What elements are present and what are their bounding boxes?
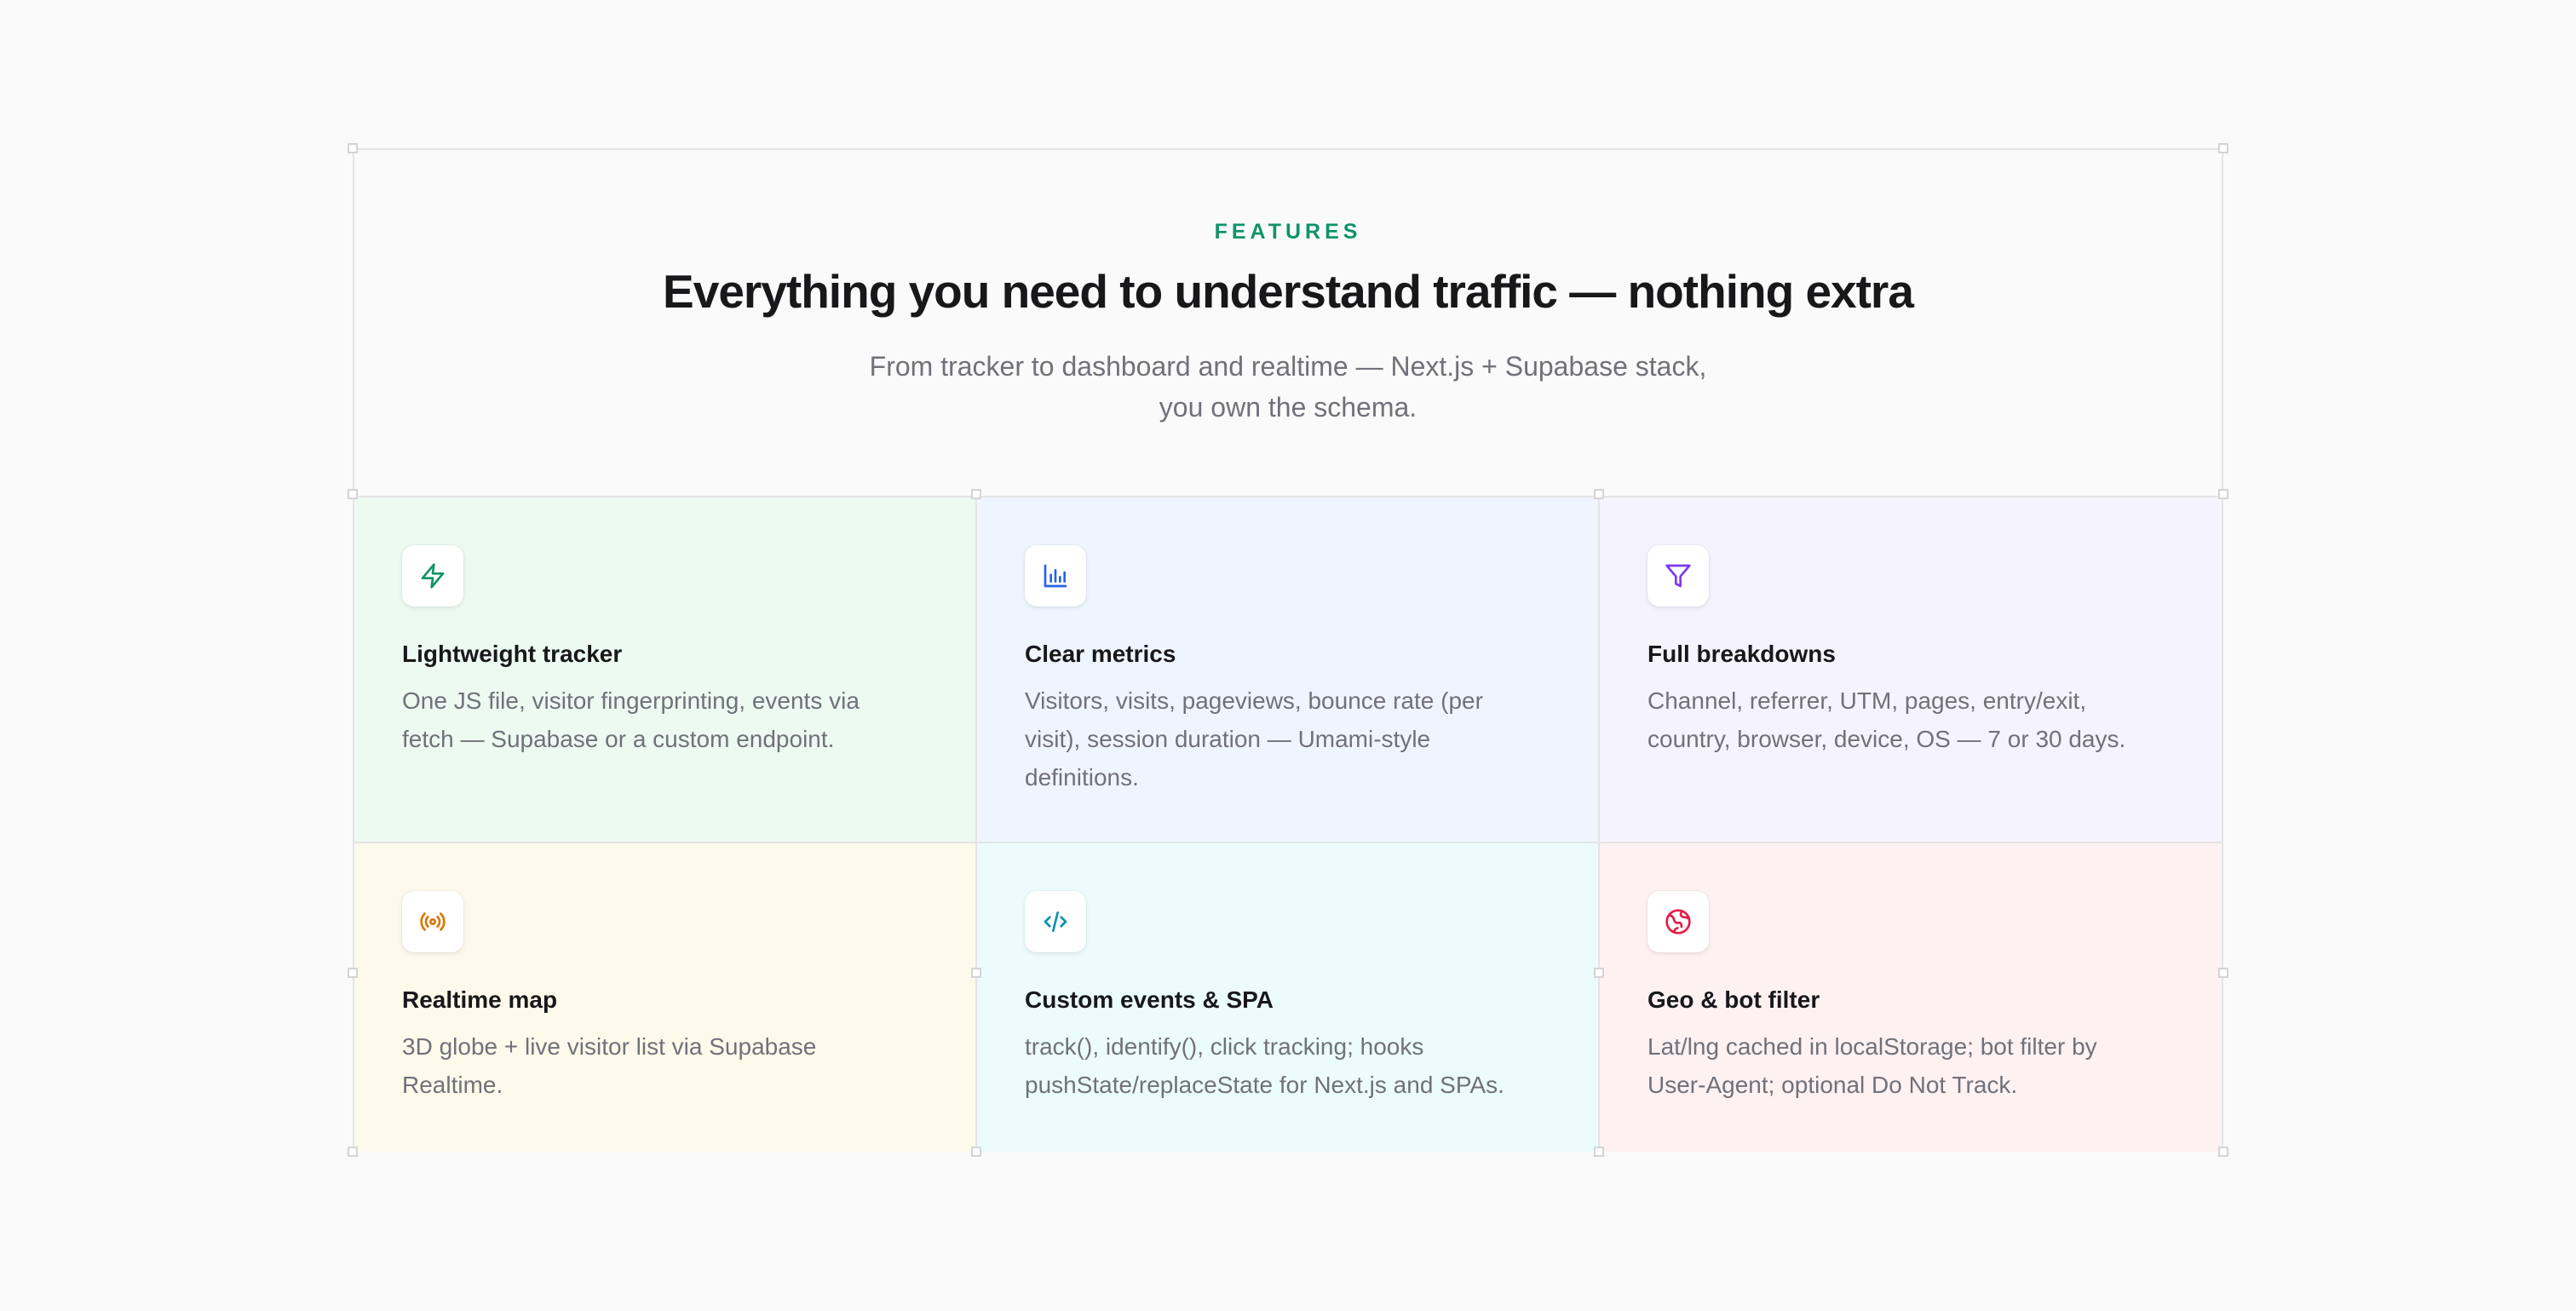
feature-title: Geo & bot filter [1647,986,1820,1013]
feature-card-geo-bot-filter: Geo & bot filter Lat/lng cached in local… [1600,843,2222,1152]
broadcast-icon [402,891,463,952]
feature-card-realtime-map: Realtime map 3D globe + live visitor lis… [354,843,977,1152]
bar-chart-icon [1025,545,1086,607]
feature-card-custom-events: Custom events & SPA track(), identify(),… [977,843,1600,1152]
code-icon [1025,891,1086,952]
corner-handle [971,489,981,499]
section-eyebrow: FEATURES [1214,220,1362,244]
corner-handle [2218,489,2228,499]
corner-handle [348,968,358,978]
corner-handle [348,143,358,153]
feature-description: Visitors, visits, pageviews, bounce rate… [1025,687,1483,791]
globe-icon [1647,891,1709,952]
section-subtitle: From tracker to dashboard and realtime —… [354,346,2222,428]
feature-description: 3D globe + live visitor list via Supabas… [402,1033,817,1098]
features-header: FEATURES Everything you need to understa… [354,150,2222,496]
feature-description: One JS file, visitor fingerprinting, eve… [402,687,860,752]
corner-handle [971,1147,981,1157]
feature-title: Full breakdowns [1647,641,1836,667]
corner-handle [1594,489,1604,499]
feature-description: track(), identify(), click tracking; hoo… [1025,1033,1504,1098]
feature-title: Clear metrics [1025,641,1176,667]
feature-card-clear-metrics: Clear metrics Visitors, visits, pageview… [977,497,1600,843]
corner-handle [1594,968,1604,978]
subtitle-line-2: you own the schema. [1159,392,1417,423]
corner-handle [348,1147,358,1157]
features-grid: Lightweight tracker One JS file, visitor… [354,496,2222,1152]
corner-handle [2218,143,2228,153]
zap-icon [402,545,463,607]
corner-handle [2218,968,2228,978]
corner-handle [971,968,981,978]
feature-description: Channel, referrer, UTM, pages, entry/exi… [1647,687,2126,752]
feature-title: Realtime map [402,986,558,1013]
filter-icon [1647,545,1709,607]
feature-title: Lightweight tracker [402,641,623,667]
feature-card-full-breakdowns: Full breakdowns Channel, referrer, UTM, … [1600,497,2222,843]
feature-card-lightweight-tracker: Lightweight tracker One JS file, visitor… [354,497,977,843]
corner-handle [1594,1147,1604,1157]
subtitle-line-1: From tracker to dashboard and realtime —… [869,351,1707,382]
feature-title: Custom events & SPA [1025,986,1274,1013]
feature-description: Lat/lng cached in localStorage; bot filt… [1647,1033,2097,1098]
corner-handle [348,489,358,499]
corner-handle [2218,1147,2228,1157]
section-title: Everything you need to understand traffi… [663,265,1914,318]
features-section: FEATURES Everything you need to understa… [348,143,2228,1157]
